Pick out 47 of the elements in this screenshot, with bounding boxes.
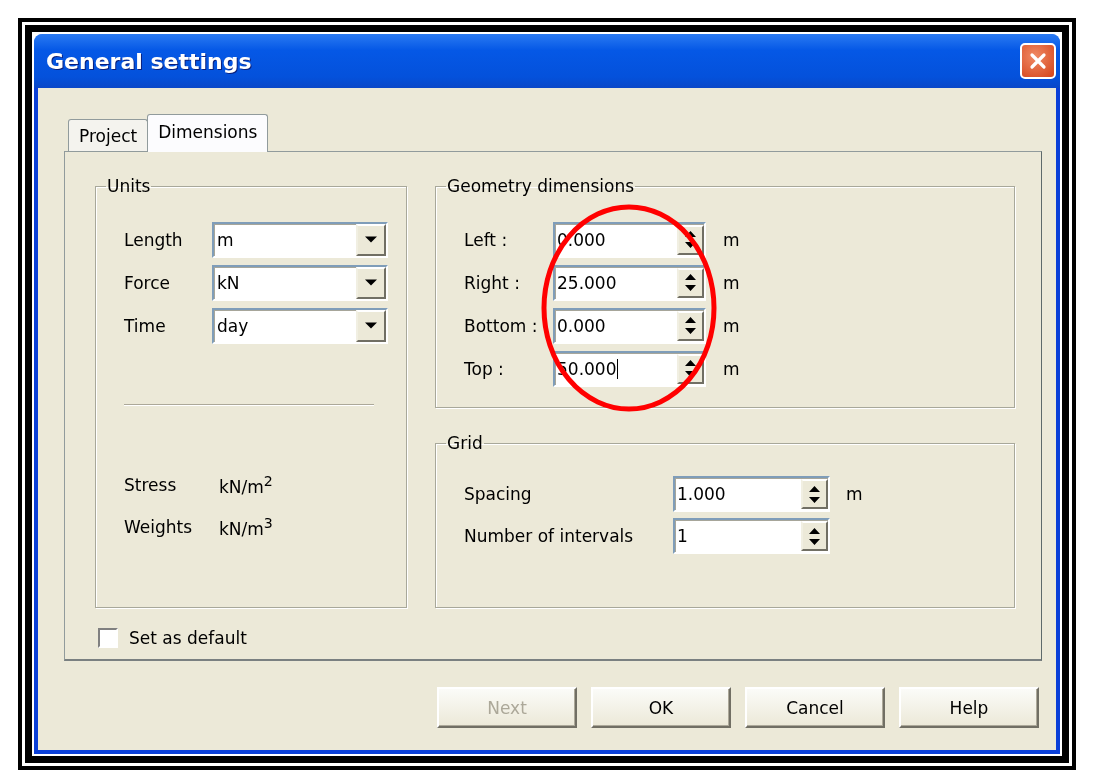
window-title: General settings bbox=[46, 48, 252, 74]
field-label: Number of intervals bbox=[464, 526, 635, 546]
group-title: Geometry dimensions bbox=[446, 176, 636, 196]
field-label: Time bbox=[124, 315, 167, 336]
field-label: Spacing bbox=[464, 484, 533, 504]
tab[interactable]: Dimensions bbox=[147, 114, 269, 152]
unit-label: m bbox=[723, 315, 740, 336]
spin-arrows-icon bbox=[684, 230, 697, 249]
unit-label: m bbox=[723, 229, 740, 250]
dialog-button[interactable]: Help bbox=[899, 687, 1039, 728]
unit-value: kN/m$^{2}$ bbox=[219, 473, 273, 497]
spin-arrows-icon bbox=[684, 359, 697, 378]
unit-value: kN/m$^{3}$ bbox=[219, 515, 273, 539]
spin-arrows-icon bbox=[684, 316, 697, 335]
spin-arrows-icon bbox=[808, 484, 821, 504]
tab[interactable]: Project bbox=[68, 119, 149, 151]
spin-field[interactable]: 1 bbox=[673, 518, 830, 554]
caret-icon bbox=[365, 322, 377, 329]
checkbox[interactable] bbox=[98, 628, 118, 648]
dialog-button[interactable]: Cancel bbox=[745, 687, 885, 728]
unit-label: m bbox=[723, 272, 740, 293]
spin-arrows-icon bbox=[684, 273, 697, 292]
close-icon bbox=[1029, 52, 1047, 70]
spin-field[interactable]: 0.000 bbox=[553, 307, 706, 344]
unit-label: m bbox=[723, 358, 740, 379]
field-label: Stress bbox=[124, 475, 178, 495]
close-button[interactable] bbox=[1020, 43, 1056, 79]
field-label: Force bbox=[124, 272, 171, 293]
spin-arrows-icon bbox=[808, 526, 821, 546]
field-label: Weights bbox=[124, 517, 194, 537]
field-label: Right : bbox=[464, 272, 521, 293]
field-label: Length bbox=[124, 229, 184, 250]
group-title: Units bbox=[106, 176, 152, 196]
caret-icon bbox=[365, 236, 377, 243]
group-title: Grid bbox=[446, 433, 484, 453]
checkbox-label: Set as default bbox=[129, 628, 247, 648]
spin-field[interactable]: 25.000 bbox=[553, 264, 706, 301]
field-label: Left : bbox=[464, 229, 509, 250]
caret-icon bbox=[365, 279, 377, 286]
field-label: Top : bbox=[464, 358, 505, 379]
spin-field[interactable]: 1.000 bbox=[673, 476, 830, 512]
unit-label: m bbox=[846, 484, 863, 504]
dropdown[interactable]: m bbox=[212, 221, 388, 258]
field-label: Bottom : bbox=[464, 315, 539, 336]
dialog-button[interactable]: OK bbox=[591, 687, 731, 728]
dropdown[interactable]: day bbox=[212, 307, 388, 344]
dropdown[interactable]: kN bbox=[212, 264, 388, 301]
